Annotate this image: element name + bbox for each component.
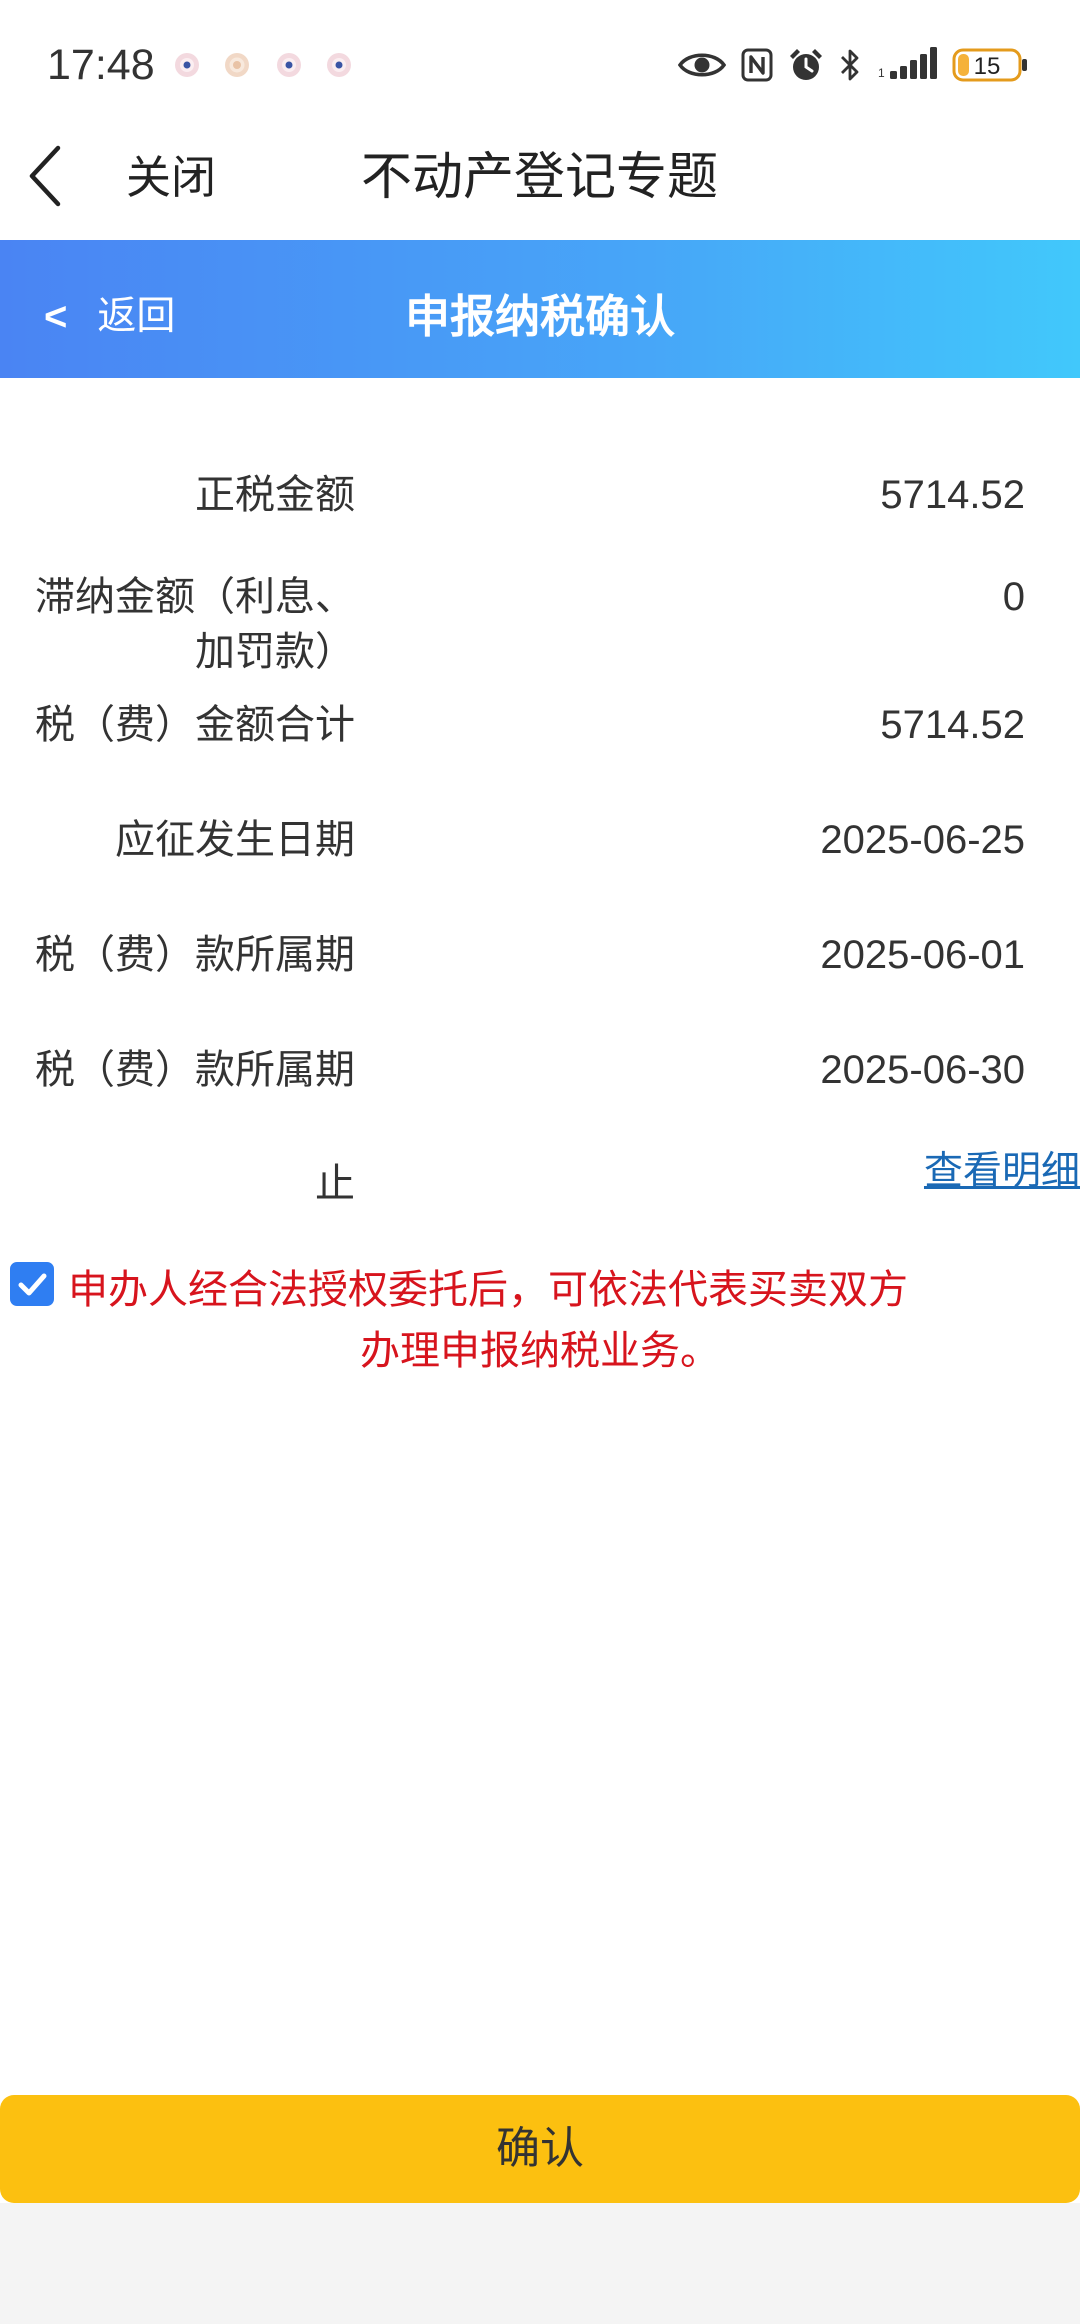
row-value-total: 5714.52 [880,703,1025,747]
row-label-late-fee: 滞纳金额（利息、加罚款） [35,574,355,675]
row-label-levy-date: 应征发生日期 [115,817,355,863]
eye-icon [678,49,726,81]
confirm-button[interactable]: 确认 [0,2095,1080,2203]
bluetooth-icon [839,47,861,83]
back-chevron-icon[interactable] [24,144,68,210]
row-value-levy-date: 2025-06-25 [820,818,1025,862]
sub-header-bar: < 返回 申报纳税确认 [0,240,1080,378]
status-bar: 17:48 1 15 [0,0,1080,118]
row-label-tax-amount: 正税金额 [195,472,355,518]
app-notification-icon [224,52,250,78]
row-label-period-end: 税（费）款所属期 [35,1047,355,1093]
row-value-period-start: 2025-06-01 [820,933,1025,977]
page-title: 不动产登记专题 [361,148,719,207]
row-value-tax-amount: 5714.52 [880,473,1025,517]
battery-level-text: 15 [974,53,1001,80]
status-time: 17:48 [47,41,155,89]
app-notification-icon [174,52,200,78]
close-button[interactable]: 关闭 [126,150,216,206]
checkmark-icon [18,1273,47,1296]
alarm-icon [787,46,825,84]
app-notification-icon [276,52,302,78]
row-label-total: 税（费）金额合计 [35,702,355,748]
row-value-period-end: 2025-06-30 [820,1048,1025,1092]
nfc-icon [741,48,773,82]
signal-icon: 1 [877,46,939,80]
section-title: 申报纳税确认 [404,290,675,343]
sim-label: 1 [878,66,885,80]
row-value-late-fee: 0 [1002,575,1025,619]
app-nav-bar: 关闭 不动产登记专题 [0,118,1080,240]
consent-text-line-1: 申办人经合法授权委托后，可依法代表买卖双方 [68,1267,908,1313]
view-details-link[interactable]: 查看明细 [924,1144,1080,1200]
battery-icon: 15 [952,48,1030,82]
row-label-period-start: 税（费）款所属期 [35,932,355,978]
bottom-area [0,2203,1080,2324]
row-label-end-suffix: 止 [315,1161,355,1207]
consent-checkbox[interactable] [10,1262,54,1306]
consent-text-line-2: 办理申报纳税业务。 [360,1328,720,1374]
app-notification-icon [326,52,352,78]
